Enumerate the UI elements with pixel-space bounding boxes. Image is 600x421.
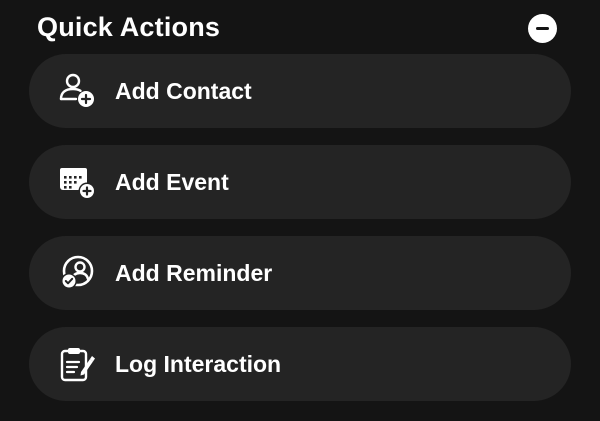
add-contact-label: Add Contact (115, 78, 252, 104)
minus-circle-icon (536, 27, 549, 30)
add-event-button[interactable]: Add Event (29, 145, 571, 219)
add-event-icon (57, 161, 99, 203)
add-reminder-label: Add Reminder (115, 260, 273, 286)
log-interaction-icon (57, 343, 99, 385)
add-reminder-button[interactable]: Add Reminder (29, 236, 571, 310)
add-contact-button[interactable]: Add Contact (29, 54, 571, 128)
section-title: Quick Actions (37, 12, 221, 42)
quick-actions-list: Add Contact Add Event Add Reminder Log I… (29, 54, 571, 401)
log-interaction-button[interactable]: Log Interaction (29, 327, 571, 401)
add-contact-icon (57, 70, 99, 112)
quick-actions-header: Quick Actions (0, 0, 600, 54)
add-reminder-icon (57, 252, 99, 294)
collapse-button[interactable] (528, 14, 557, 43)
log-interaction-label: Log Interaction (115, 351, 282, 377)
add-event-label: Add Event (115, 169, 229, 195)
